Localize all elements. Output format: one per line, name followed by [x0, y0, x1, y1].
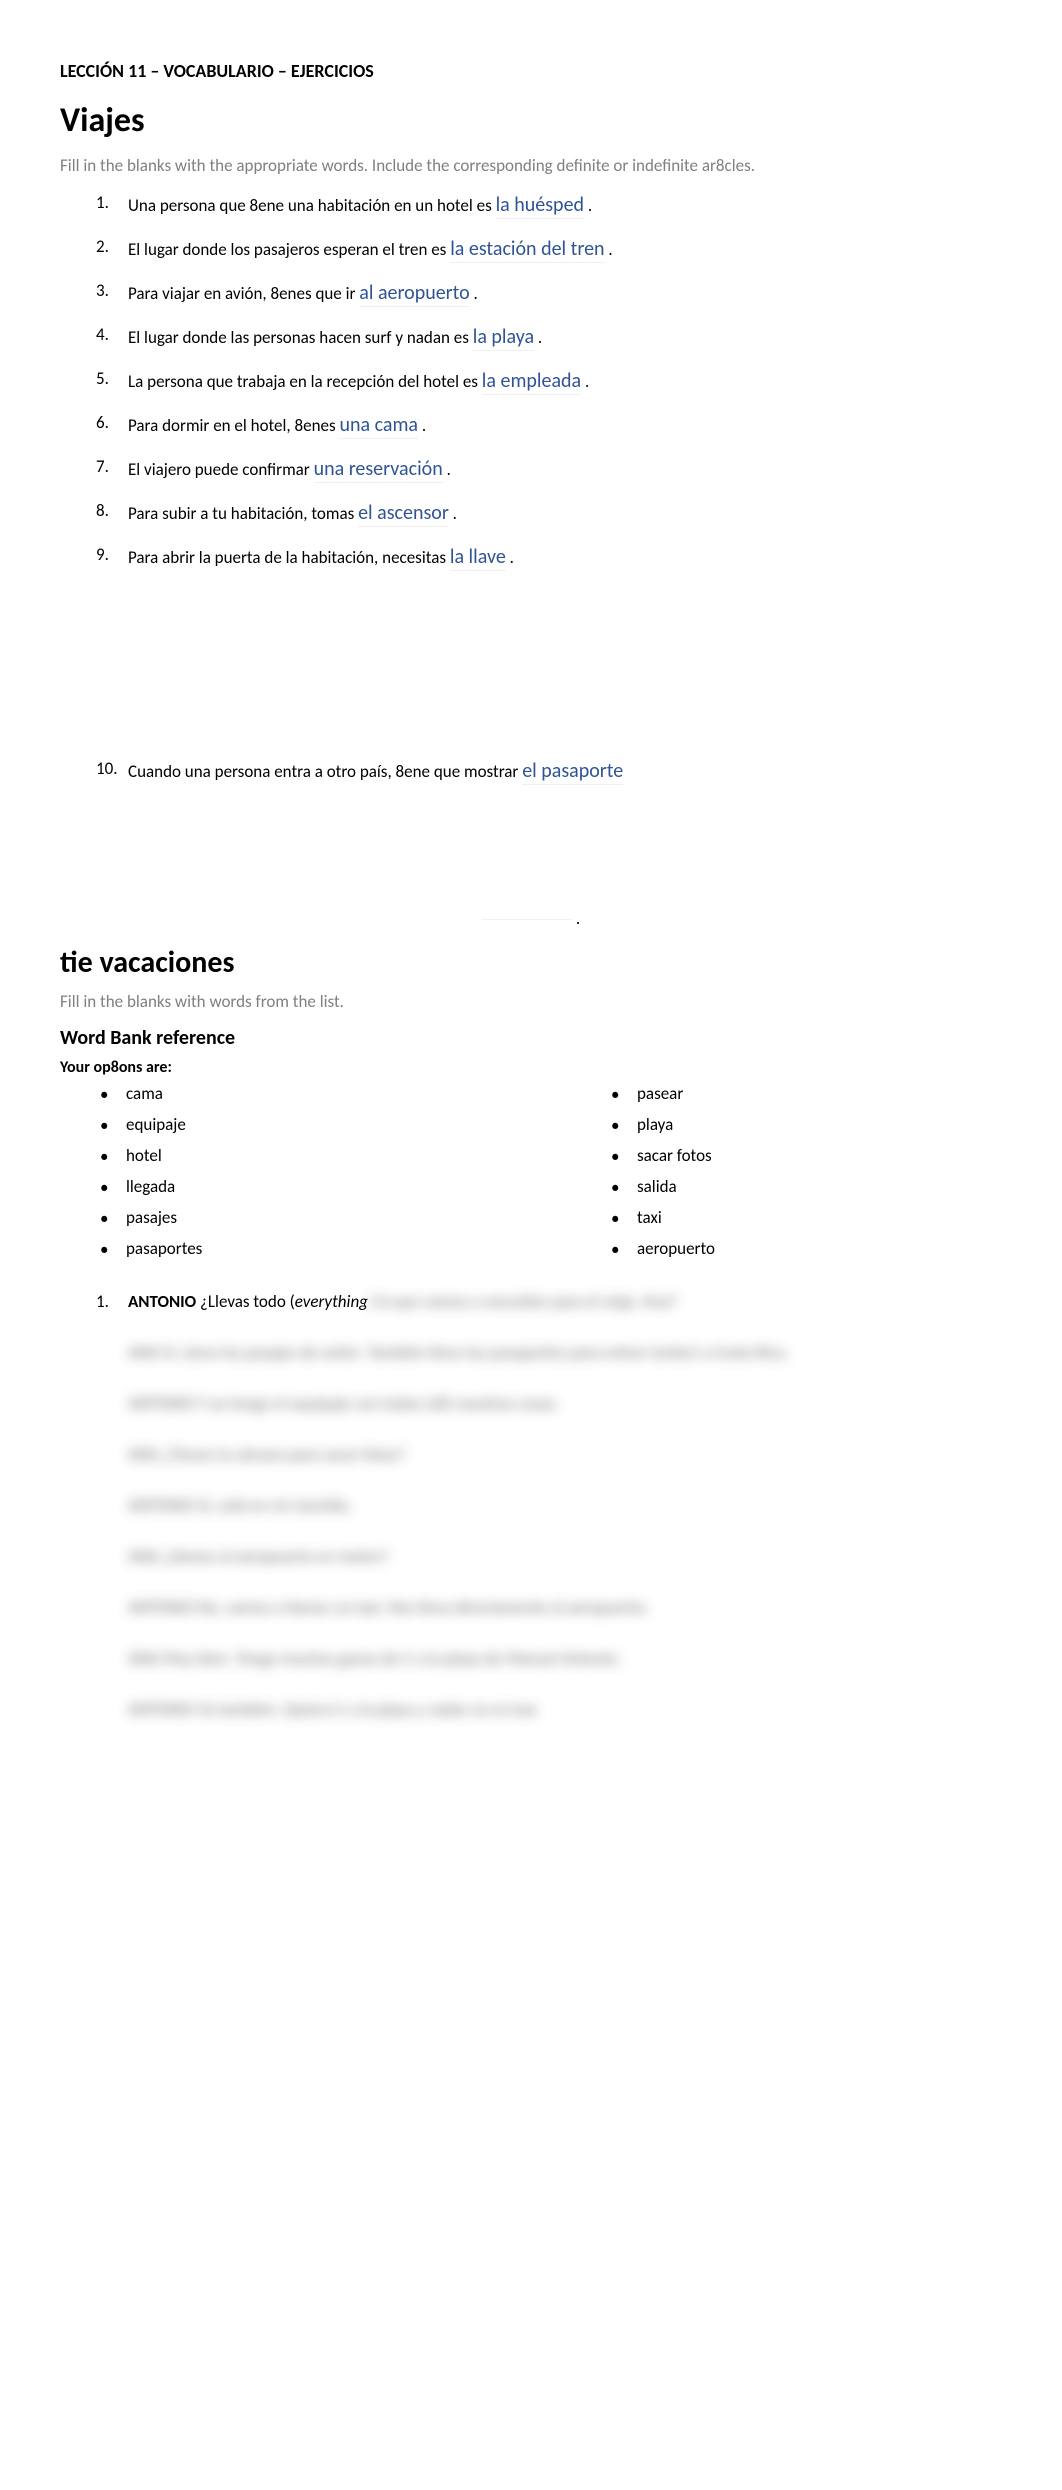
question-number: 8.: [96, 498, 109, 524]
blurred-text: ANTONIO Yo también. Quiero ir a la playa…: [128, 1699, 1002, 1720]
vertical-gap: [60, 586, 1002, 756]
question-prompt: Una persona que 8ene una habitación en u…: [128, 195, 496, 216]
fill-answer: una cama: [339, 413, 418, 439]
question-prompt: El lugar donde las personas hacen surf y…: [128, 327, 473, 348]
question-number: 3.: [96, 278, 109, 304]
wordbank-item: salida: [611, 1176, 1002, 1197]
question-prompt: La persona que trabaja en la recepción d…: [128, 371, 482, 392]
fill-answer: la estación del tren: [450, 237, 604, 263]
question-item: 8. Para subir a tu habitación, tomas el …: [96, 498, 1002, 528]
question-prompt: Para viajar en avión, 8enes que ir: [128, 283, 359, 304]
question-item: 7. El viajero puede confirmar una reserv…: [96, 454, 1002, 484]
trailing-punct: .: [422, 415, 426, 436]
blurred-content: ANA Sí. Llevo los pasajes de avión. Tamb…: [128, 1342, 1002, 1720]
wordbank-col1: cama equipaje hotel llegada pasajes pasa…: [60, 1083, 491, 1269]
question-number: 2.: [96, 234, 109, 260]
question-number: 10.: [96, 756, 118, 782]
question-item: 3. Para viajar en avión, 8enes que ir al…: [96, 278, 1002, 308]
wordbank-item: pasaportes: [100, 1238, 491, 1259]
wordbank-item: aeropuerto: [611, 1238, 1002, 1259]
dialogue-speaker: ANTONIO: [128, 1291, 196, 1312]
fill-answer: al aeropuerto: [359, 281, 469, 307]
blurred-text: ANA Sí. Llevo los pasajes de avión. Tamb…: [128, 1342, 1002, 1363]
dialogue-item: 1. ANTONIO ¿Llevas todo (everything) lo …: [96, 1291, 1002, 1720]
question-item: 1. Una persona que 8ene una habitación e…: [96, 190, 1002, 220]
section1-instructions: Fill in the blanks with the appropriate …: [60, 155, 1002, 176]
trailing-punct: .: [453, 503, 457, 524]
question-number: 5.: [96, 366, 109, 392]
question-prompt: El lugar donde los pasajeros esperan el …: [128, 239, 450, 260]
question-number: 7.: [96, 454, 109, 480]
question-prompt: Para subir a tu habitación, tomas: [128, 503, 358, 524]
wordbank-item: taxi: [611, 1207, 1002, 1228]
blurred-text: ANA Muy bien. Tengo muchas ganas de ir a…: [128, 1648, 1002, 1669]
section1-title: Viajes: [60, 100, 1002, 141]
question-item: 4. El lugar donde las personas hacen sur…: [96, 322, 1002, 352]
options-label: Your op8ons are:: [60, 1058, 1002, 1077]
wordbank-item: cama: [100, 1083, 491, 1104]
wordbank-col2: pasear playa sacar fotos salida taxi aer…: [571, 1083, 1002, 1269]
wordbank-item: sacar fotos: [611, 1145, 1002, 1166]
blurred-text: ANTONIO No, vamos a llamar un taxi. Nos …: [128, 1597, 1002, 1618]
question-item: 10. Cuando una persona entra a otro país…: [96, 756, 1002, 786]
dialogue-italic: everything: [295, 1291, 368, 1312]
vertical-gap: [60, 1750, 1002, 2450]
wordbank-item: pasajes: [100, 1207, 491, 1228]
fill-answer: la empleada: [482, 369, 581, 395]
wordbank-item: equipaje: [100, 1114, 491, 1135]
question-number: 4.: [96, 322, 109, 348]
section2-instructions: Fill in the blanks with words from the l…: [60, 991, 1002, 1012]
blurred-text: ANTONIO Y yo tengo el equipaje con todas…: [128, 1393, 1002, 1414]
question-number: 6.: [96, 410, 109, 436]
blurred-text: ANA ¿Tienes la cámara para sacar fotos?: [128, 1444, 1002, 1465]
question-prompt: Para abrir la puerta de la habitación, n…: [128, 547, 450, 568]
question-number: 1.: [96, 1291, 109, 1312]
wordbank: cama equipaje hotel llegada pasajes pasa…: [60, 1083, 1002, 1269]
trailing-punct: .: [447, 459, 451, 480]
question-number: 9.: [96, 542, 109, 568]
question-prompt: El viajero puede confirmar: [128, 459, 314, 480]
vertical-gap: [60, 800, 1002, 920]
trailing-punct: .: [474, 283, 478, 304]
wordbank-item: hotel: [100, 1145, 491, 1166]
trailing-punct: .: [608, 239, 612, 260]
document-header: LECCIÓN 11 – VOCABULARIO – EJERCICIOS: [60, 60, 1002, 82]
dialogue-text: ¿Llevas todo (: [196, 1291, 295, 1312]
fill-answer: el ascensor: [358, 501, 449, 527]
section2-title: tie vacaciones: [60, 944, 1002, 981]
wordbank-heading: Word Bank reference: [60, 1026, 1002, 1050]
trailing-punct: .: [510, 547, 514, 568]
wordbank-item: playa: [611, 1114, 1002, 1135]
fill-answer: la huésped: [496, 193, 584, 219]
fill-answer: la playa: [473, 325, 534, 351]
stray-blank-line: .: [60, 908, 1002, 926]
question-list-continued: 10. Cuando una persona entra a otro país…: [60, 756, 1002, 786]
dialogue-list: 1. ANTONIO ¿Llevas todo (everything) lo …: [60, 1291, 1002, 1720]
blurred-text: ANTONIO Sí, está en mi mochila.: [128, 1495, 1002, 1516]
question-prompt: Cuando una persona entra a otro país, 8e…: [128, 761, 522, 782]
question-item: 9. Para abrir la puerta de la habitación…: [96, 542, 1002, 572]
wordbank-item: llegada: [100, 1176, 491, 1197]
question-number: 1.: [96, 190, 109, 216]
fill-answer: una reservación: [314, 457, 443, 483]
trailing-punct: .: [538, 327, 542, 348]
blurred-text: ) lo que vamos a necesitar para el viaje…: [368, 1291, 677, 1312]
question-item: 6. Para dormir en el hotel, 8enes una ca…: [96, 410, 1002, 440]
question-item: 2. El lugar donde los pasajeros esperan …: [96, 234, 1002, 264]
question-prompt: Para dormir en el hotel, 8enes: [128, 415, 339, 436]
fill-answer: la llave: [450, 545, 506, 571]
wordbank-item: pasear: [611, 1083, 1002, 1104]
question-list: 1. Una persona que 8ene una habitación e…: [60, 190, 1002, 572]
trailing-punct: .: [585, 371, 589, 392]
trailing-punct: .: [588, 195, 592, 216]
question-item: 5. La persona que trabaja en la recepció…: [96, 366, 1002, 396]
fill-answer: el pasaporte: [522, 759, 623, 785]
blurred-text: ANA ¿Vamos al aeropuerto en metro?: [128, 1546, 1002, 1567]
